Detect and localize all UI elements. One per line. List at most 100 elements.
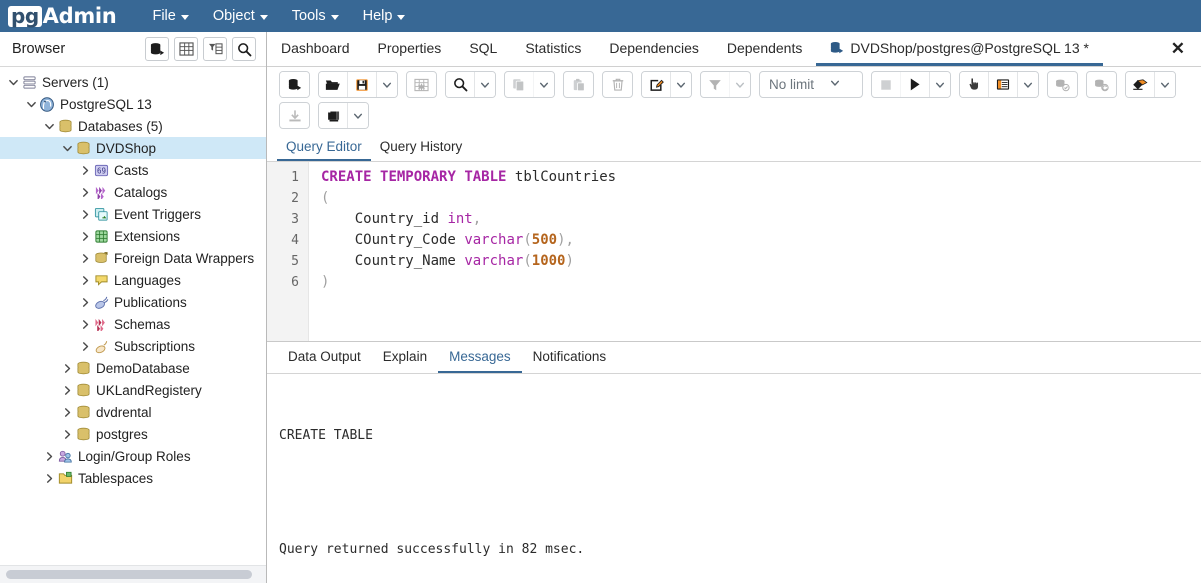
execute-dropdown[interactable] bbox=[930, 72, 950, 97]
chevron-down-icon[interactable] bbox=[60, 137, 74, 159]
chevron-down-icon bbox=[397, 14, 406, 20]
copy-icon bbox=[513, 78, 525, 91]
object-tree[interactable]: Servers (1) PostgreSQL 13 Databases (5) DVD… bbox=[0, 67, 266, 565]
chevron-right-icon[interactable] bbox=[78, 203, 92, 225]
chevron-down-icon[interactable] bbox=[24, 93, 38, 115]
chevron-right-icon[interactable] bbox=[60, 379, 74, 401]
chevron-right-icon[interactable] bbox=[60, 357, 74, 379]
tab-dependents[interactable]: Dependents bbox=[713, 32, 817, 66]
edit-dropdown[interactable] bbox=[671, 72, 691, 97]
tree-item-servers-1[interactable]: Servers (1) bbox=[0, 71, 266, 93]
find-dropdown[interactable] bbox=[475, 72, 495, 97]
sql-code-area[interactable]: CREATE TEMPORARY TABLE tblCountries ( Cou… bbox=[309, 162, 1201, 341]
servers-icon bbox=[20, 74, 38, 90]
chevron-down-icon[interactable] bbox=[6, 71, 20, 93]
chevron-right-icon[interactable] bbox=[78, 225, 92, 247]
tree-item-postgresql-13[interactable]: PostgreSQL 13 bbox=[0, 93, 266, 115]
tree-item-catalogs[interactable]: Catalogs bbox=[0, 181, 266, 203]
explain-button[interactable] bbox=[960, 72, 989, 97]
tree-item-dvdrental[interactable]: dvdrental bbox=[0, 401, 266, 423]
chevron-right-icon[interactable] bbox=[78, 159, 92, 181]
tab-explain[interactable]: Explain bbox=[372, 342, 438, 373]
row-limit-select[interactable]: No limit bbox=[759, 71, 863, 98]
tab-sql[interactable]: SQL bbox=[455, 32, 511, 66]
chevron-right-icon[interactable] bbox=[78, 181, 92, 203]
tab-statistics[interactable]: Statistics bbox=[511, 32, 595, 66]
scrollbar-thumb[interactable] bbox=[6, 570, 252, 579]
tree-item-schemas[interactable]: Schemas bbox=[0, 313, 266, 335]
tree-item-casts[interactable]: 69 Casts bbox=[0, 159, 266, 181]
tab-properties[interactable]: Properties bbox=[364, 32, 456, 66]
save-file-button[interactable] bbox=[348, 72, 377, 97]
tree-item-dvdshop[interactable]: DVDShop bbox=[0, 137, 266, 159]
menu-item-tools[interactable]: Tools bbox=[282, 3, 349, 29]
chevron-right-icon bbox=[82, 341, 88, 351]
tree-item-login-group-roles[interactable]: Login/Group Roles bbox=[0, 445, 266, 467]
tree-item-demodatabase[interactable]: DemoDatabase bbox=[0, 357, 266, 379]
tree-item-postgres[interactable]: postgres bbox=[0, 423, 266, 445]
tab-notifications[interactable]: Notifications bbox=[522, 342, 618, 373]
chevron-right-icon[interactable] bbox=[42, 467, 56, 489]
copy-dropdown[interactable] bbox=[534, 72, 554, 97]
tab-label: Statistics bbox=[525, 39, 582, 56]
tab-messages[interactable]: Messages bbox=[438, 342, 522, 373]
tree-item-extensions[interactable]: Extensions bbox=[0, 225, 266, 247]
chevron-down-icon bbox=[353, 113, 363, 119]
edit-grid-button bbox=[407, 72, 436, 97]
browser-grid-button[interactable] bbox=[174, 37, 198, 61]
tab-dependencies[interactable]: Dependencies bbox=[595, 32, 713, 66]
tab-query-history[interactable]: Query History bbox=[371, 134, 472, 161]
save-file-dropdown[interactable] bbox=[377, 72, 397, 97]
chevron-right-icon[interactable] bbox=[60, 423, 74, 445]
tree-item-publications[interactable]: Publications bbox=[0, 291, 266, 313]
database-icon bbox=[74, 382, 92, 398]
casts-icon: 69 bbox=[92, 162, 110, 178]
menu-item-help[interactable]: Help bbox=[353, 3, 416, 29]
execute-query-button[interactable] bbox=[901, 72, 930, 97]
tab-dashboard[interactable]: Dashboard bbox=[267, 32, 364, 66]
macros-dropdown[interactable] bbox=[348, 103, 368, 128]
tab-query-editor[interactable]: Query Editor bbox=[277, 134, 371, 161]
clear-button[interactable] bbox=[1126, 72, 1155, 97]
chevron-right-icon[interactable] bbox=[78, 313, 92, 335]
find-button[interactable] bbox=[446, 72, 475, 97]
browser-filter-button[interactable] bbox=[203, 37, 227, 61]
chevron-right-icon[interactable] bbox=[78, 291, 92, 313]
close-icon[interactable]: ✕ bbox=[1155, 32, 1201, 66]
explain-options-dropdown[interactable] bbox=[1018, 72, 1038, 97]
pencil-edit-icon bbox=[650, 79, 664, 91]
tree-item-uklandregistery[interactable]: UKLandRegistery bbox=[0, 379, 266, 401]
browser-object-button[interactable] bbox=[145, 37, 169, 61]
app-body: Browser Servers (1) PostgreSQL 13 Databa… bbox=[0, 32, 1201, 583]
tree-item-languages[interactable]: Languages bbox=[0, 269, 266, 291]
macros-button[interactable] bbox=[319, 103, 348, 128]
menu-item-file-label: File bbox=[152, 8, 176, 24]
open-file-button[interactable] bbox=[319, 72, 348, 97]
open-query-tool-button[interactable] bbox=[280, 72, 309, 97]
menu-item-file[interactable]: File bbox=[142, 3, 198, 29]
tree-item-subscriptions[interactable]: Subscriptions bbox=[0, 335, 266, 357]
clear-dropdown[interactable] bbox=[1155, 72, 1175, 97]
tab-data-output[interactable]: Data Output bbox=[277, 342, 372, 373]
chevron-down-icon[interactable] bbox=[42, 115, 56, 137]
browser-search-button[interactable] bbox=[232, 37, 256, 61]
tab-dvdshop-postgres-postgresql-13[interactable]: DVDShop/postgres@PostgreSQL 13 * bbox=[816, 32, 1103, 66]
toolbar-group bbox=[318, 102, 369, 129]
tree-item-event-triggers[interactable]: Event Triggers bbox=[0, 203, 266, 225]
explain-analyze-button[interactable] bbox=[989, 72, 1018, 97]
tree-item-foreign-data-wrappers[interactable]: Foreign Data Wrappers bbox=[0, 247, 266, 269]
chevron-right-icon[interactable] bbox=[78, 269, 92, 291]
chevron-right-icon[interactable] bbox=[78, 247, 92, 269]
chevron-right-icon[interactable] bbox=[60, 401, 74, 423]
sidebar-horizontal-scrollbar[interactable] bbox=[0, 565, 266, 583]
chevron-right-icon[interactable] bbox=[42, 445, 56, 467]
tree-item-databases-5[interactable]: Databases (5) bbox=[0, 115, 266, 137]
sql-editor[interactable]: 1 2 3 4 5 6 CREATE TEMPORARY TABLE tblCountri… bbox=[267, 162, 1201, 342]
schema-icon bbox=[92, 316, 110, 332]
edit-button[interactable] bbox=[642, 72, 671, 97]
chevron-right-icon[interactable] bbox=[78, 335, 92, 357]
tree-item-tablespaces[interactable]: Tablespaces bbox=[0, 467, 266, 489]
tablespace-icon bbox=[56, 470, 74, 486]
paste-button bbox=[564, 72, 593, 97]
menu-item-object[interactable]: Object bbox=[203, 3, 278, 29]
